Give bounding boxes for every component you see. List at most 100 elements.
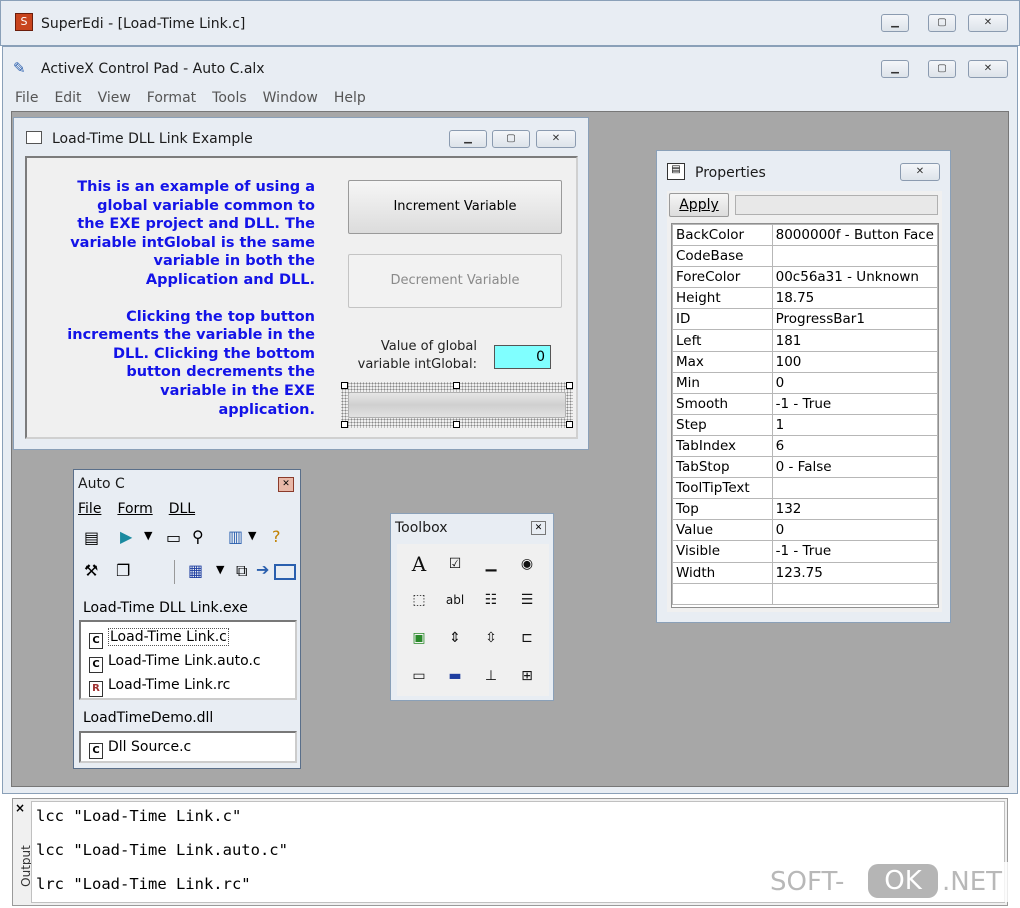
property-value[interactable]: 132 <box>771 498 939 521</box>
image-tool-icon[interactable]: ⬚ <box>405 586 433 614</box>
selection-handle[interactable] <box>341 421 348 428</box>
grid-icon[interactable]: ▦ <box>188 561 203 580</box>
main-maximize-button[interactable]: ▢ <box>928 60 956 78</box>
scrollbar-tool-icon[interactable]: ⇳ <box>477 624 505 652</box>
decrement-variable-button[interactable]: Decrement Variable <box>348 254 562 308</box>
property-value[interactable]: 18.75 <box>771 287 939 310</box>
progress-bar-selection[interactable] <box>341 382 573 428</box>
build-tools-icon[interactable]: ⚒ <box>84 561 98 580</box>
window-icon[interactable]: ▭ <box>166 528 181 547</box>
apply-button[interactable]: Apply <box>669 193 729 217</box>
property-value[interactable]: -1 - True <box>771 392 939 415</box>
menu-help[interactable]: Help <box>326 90 374 106</box>
property-row[interactable]: BackColor 8000000f - Button Face <box>672 223 939 247</box>
property-value[interactable]: 0 <box>771 519 939 542</box>
property-row[interactable]: Top 132 <box>672 498 939 521</box>
menu-file[interactable]: File <box>7 90 46 106</box>
property-value[interactable]: 1 <box>771 413 939 436</box>
property-value-input[interactable] <box>735 195 938 215</box>
property-value[interactable]: 00c56a31 - Unknown <box>771 266 939 289</box>
property-row[interactable]: Height 18.75 <box>672 287 939 310</box>
property-row[interactable]: ForeColor 00c56a31 - Unknown <box>672 266 939 289</box>
superedi-minimize-button[interactable]: ▁ <box>881 14 909 32</box>
combobox-tool-icon[interactable]: ☰ <box>513 586 541 614</box>
property-row[interactable]: Width 123.75 <box>672 561 939 584</box>
form-minimize-button[interactable]: ▁ <box>449 130 487 148</box>
menu-edit[interactable]: Edit <box>46 90 89 106</box>
property-row[interactable]: Max 100 <box>672 350 939 373</box>
project-menu-dll[interactable]: DLL <box>169 501 195 517</box>
increment-variable-button[interactable]: Increment Variable <box>348 180 562 234</box>
selection-handle[interactable] <box>566 382 573 389</box>
form-close-button[interactable]: ✕ <box>536 130 576 148</box>
list-item[interactable]: C Load-Time Link.c <box>89 626 229 649</box>
toolbox-close-button[interactable]: ✕ <box>531 521 546 535</box>
project-menu-form[interactable]: Form <box>117 501 152 517</box>
property-row[interactable]: ID ProgressBar1 <box>672 308 939 331</box>
selection-handle[interactable] <box>341 382 348 389</box>
progress-tool-icon[interactable]: ▬ <box>441 662 469 690</box>
run-icon[interactable]: ▶ <box>120 527 132 546</box>
list-item[interactable]: C Dll Source.c <box>89 736 191 759</box>
property-value[interactable]: 6 <box>771 434 939 458</box>
slider-tool-icon[interactable]: ⊥ <box>477 662 505 690</box>
frame-tool-icon[interactable]: ▭ <box>405 662 433 690</box>
option-tool-icon[interactable]: ◉ <box>513 550 541 578</box>
arrow-right-icon[interactable]: ➔ <box>256 560 269 579</box>
property-value[interactable]: -1 - True <box>771 540 939 563</box>
menu-tools[interactable]: Tools <box>204 90 255 106</box>
project-menu-file[interactable]: File <box>78 501 101 517</box>
checkbox-tool-icon[interactable]: ☑ <box>441 550 469 578</box>
library-icon[interactable]: ▥ <box>228 527 243 546</box>
property-value[interactable]: 0 <box>771 371 939 394</box>
property-value[interactable]: 123.75 <box>771 561 939 584</box>
menu-view[interactable]: View <box>90 90 139 106</box>
dropdown-arrow-icon[interactable]: ▼ <box>216 563 224 576</box>
main-minimize-button[interactable]: ▁ <box>881 60 909 78</box>
global-value-box[interactable]: 0 <box>494 345 551 369</box>
help-icon[interactable]: ? <box>272 527 281 546</box>
dropdown-arrow-icon[interactable]: ▼ <box>144 529 152 542</box>
superedi-close-button[interactable]: ✕ <box>968 14 1008 32</box>
project-close-button[interactable]: ✕ <box>278 477 294 492</box>
listbox-tool-icon[interactable]: ☷ <box>477 586 505 614</box>
main-close-button[interactable]: ✕ <box>968 60 1008 78</box>
property-value[interactable] <box>771 477 939 500</box>
property-value[interactable]: 0 - False <box>771 456 939 479</box>
output-close-icon[interactable]: × <box>15 801 25 815</box>
button-tool-icon[interactable]: ▁ <box>477 550 505 578</box>
selection-handle[interactable] <box>453 421 460 428</box>
property-value[interactable]: ProgressBar1 <box>771 308 939 331</box>
label-tool-icon[interactable]: A <box>405 550 433 578</box>
properties-tool-icon[interactable]: ▤ <box>84 528 99 547</box>
spin-tool-icon[interactable]: ⇕ <box>441 624 469 652</box>
property-row[interactable]: Smooth -1 - True <box>672 392 939 415</box>
properties-close-button[interactable]: ✕ <box>900 163 940 181</box>
textbox-tool-icon[interactable]: abl <box>441 586 469 614</box>
frame-icon[interactable] <box>274 564 296 580</box>
property-value[interactable]: 181 <box>771 329 939 352</box>
property-row[interactable]: TabStop 0 - False <box>672 456 939 479</box>
dropdown-arrow-icon[interactable]: ▼ <box>248 529 256 542</box>
property-row[interactable]: Value 0 <box>672 519 939 542</box>
property-row[interactable]: CodeBase <box>672 245 939 268</box>
picture-tool-icon[interactable]: ▣ <box>405 624 433 652</box>
property-row[interactable]: TabIndex 6 <box>672 434 939 458</box>
selection-handle[interactable] <box>453 382 460 389</box>
link-icon[interactable]: ⧉ <box>236 561 247 581</box>
property-row[interactable]: ToolTipText <box>672 477 939 500</box>
property-value[interactable] <box>771 245 939 268</box>
superedi-maximize-button[interactable]: ▢ <box>928 14 956 32</box>
tabstrip-tool-icon[interactable]: ⊏ <box>513 624 541 652</box>
property-row[interactable]: Step 1 <box>672 413 939 436</box>
search-icon[interactable]: ⚲ <box>192 527 204 546</box>
property-row[interactable]: Min 0 <box>672 371 939 394</box>
selection-handle[interactable] <box>566 421 573 428</box>
copy-icon[interactable]: ❐ <box>116 561 130 580</box>
property-value[interactable]: 100 <box>771 350 939 373</box>
property-row[interactable]: Visible -1 - True <box>672 540 939 563</box>
property-row[interactable]: Left 181 <box>672 329 939 352</box>
grid-tool-icon[interactable]: ⊞ <box>513 662 541 690</box>
menu-format[interactable]: Format <box>139 90 204 106</box>
property-value[interactable]: 8000000f - Button Face <box>771 223 939 247</box>
